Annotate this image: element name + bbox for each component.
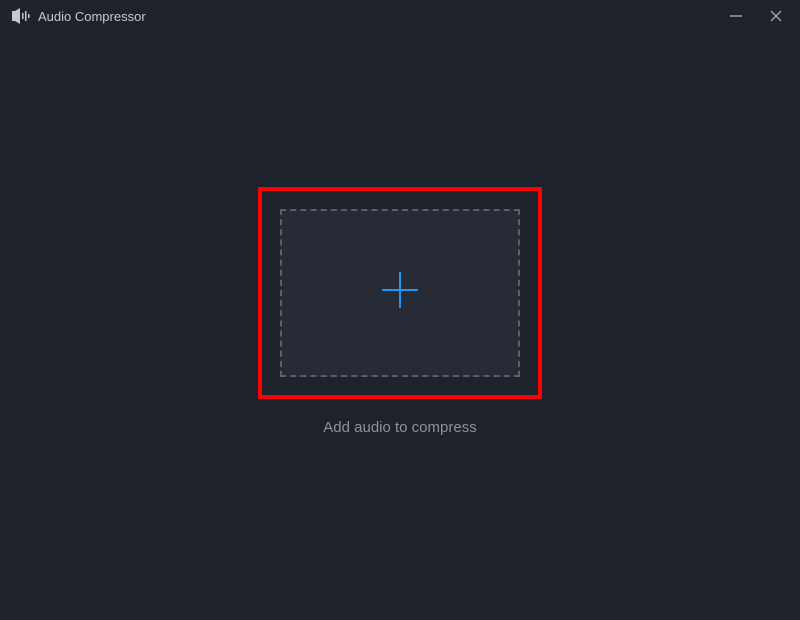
drop-zone-highlight [258,187,542,399]
instruction-text: Add audio to compress [323,419,476,436]
titlebar: Audio Compressor [0,0,800,32]
titlebar-left: Audio Compressor [12,8,146,24]
window-controls [724,4,788,28]
plus-icon [376,266,424,319]
minimize-button[interactable] [724,4,748,28]
audio-compressor-icon [12,8,30,24]
add-audio-drop-zone[interactable] [280,209,520,377]
main-content: Add audio to compress [0,32,800,620]
close-button[interactable] [764,4,788,28]
app-title: Audio Compressor [38,9,146,24]
